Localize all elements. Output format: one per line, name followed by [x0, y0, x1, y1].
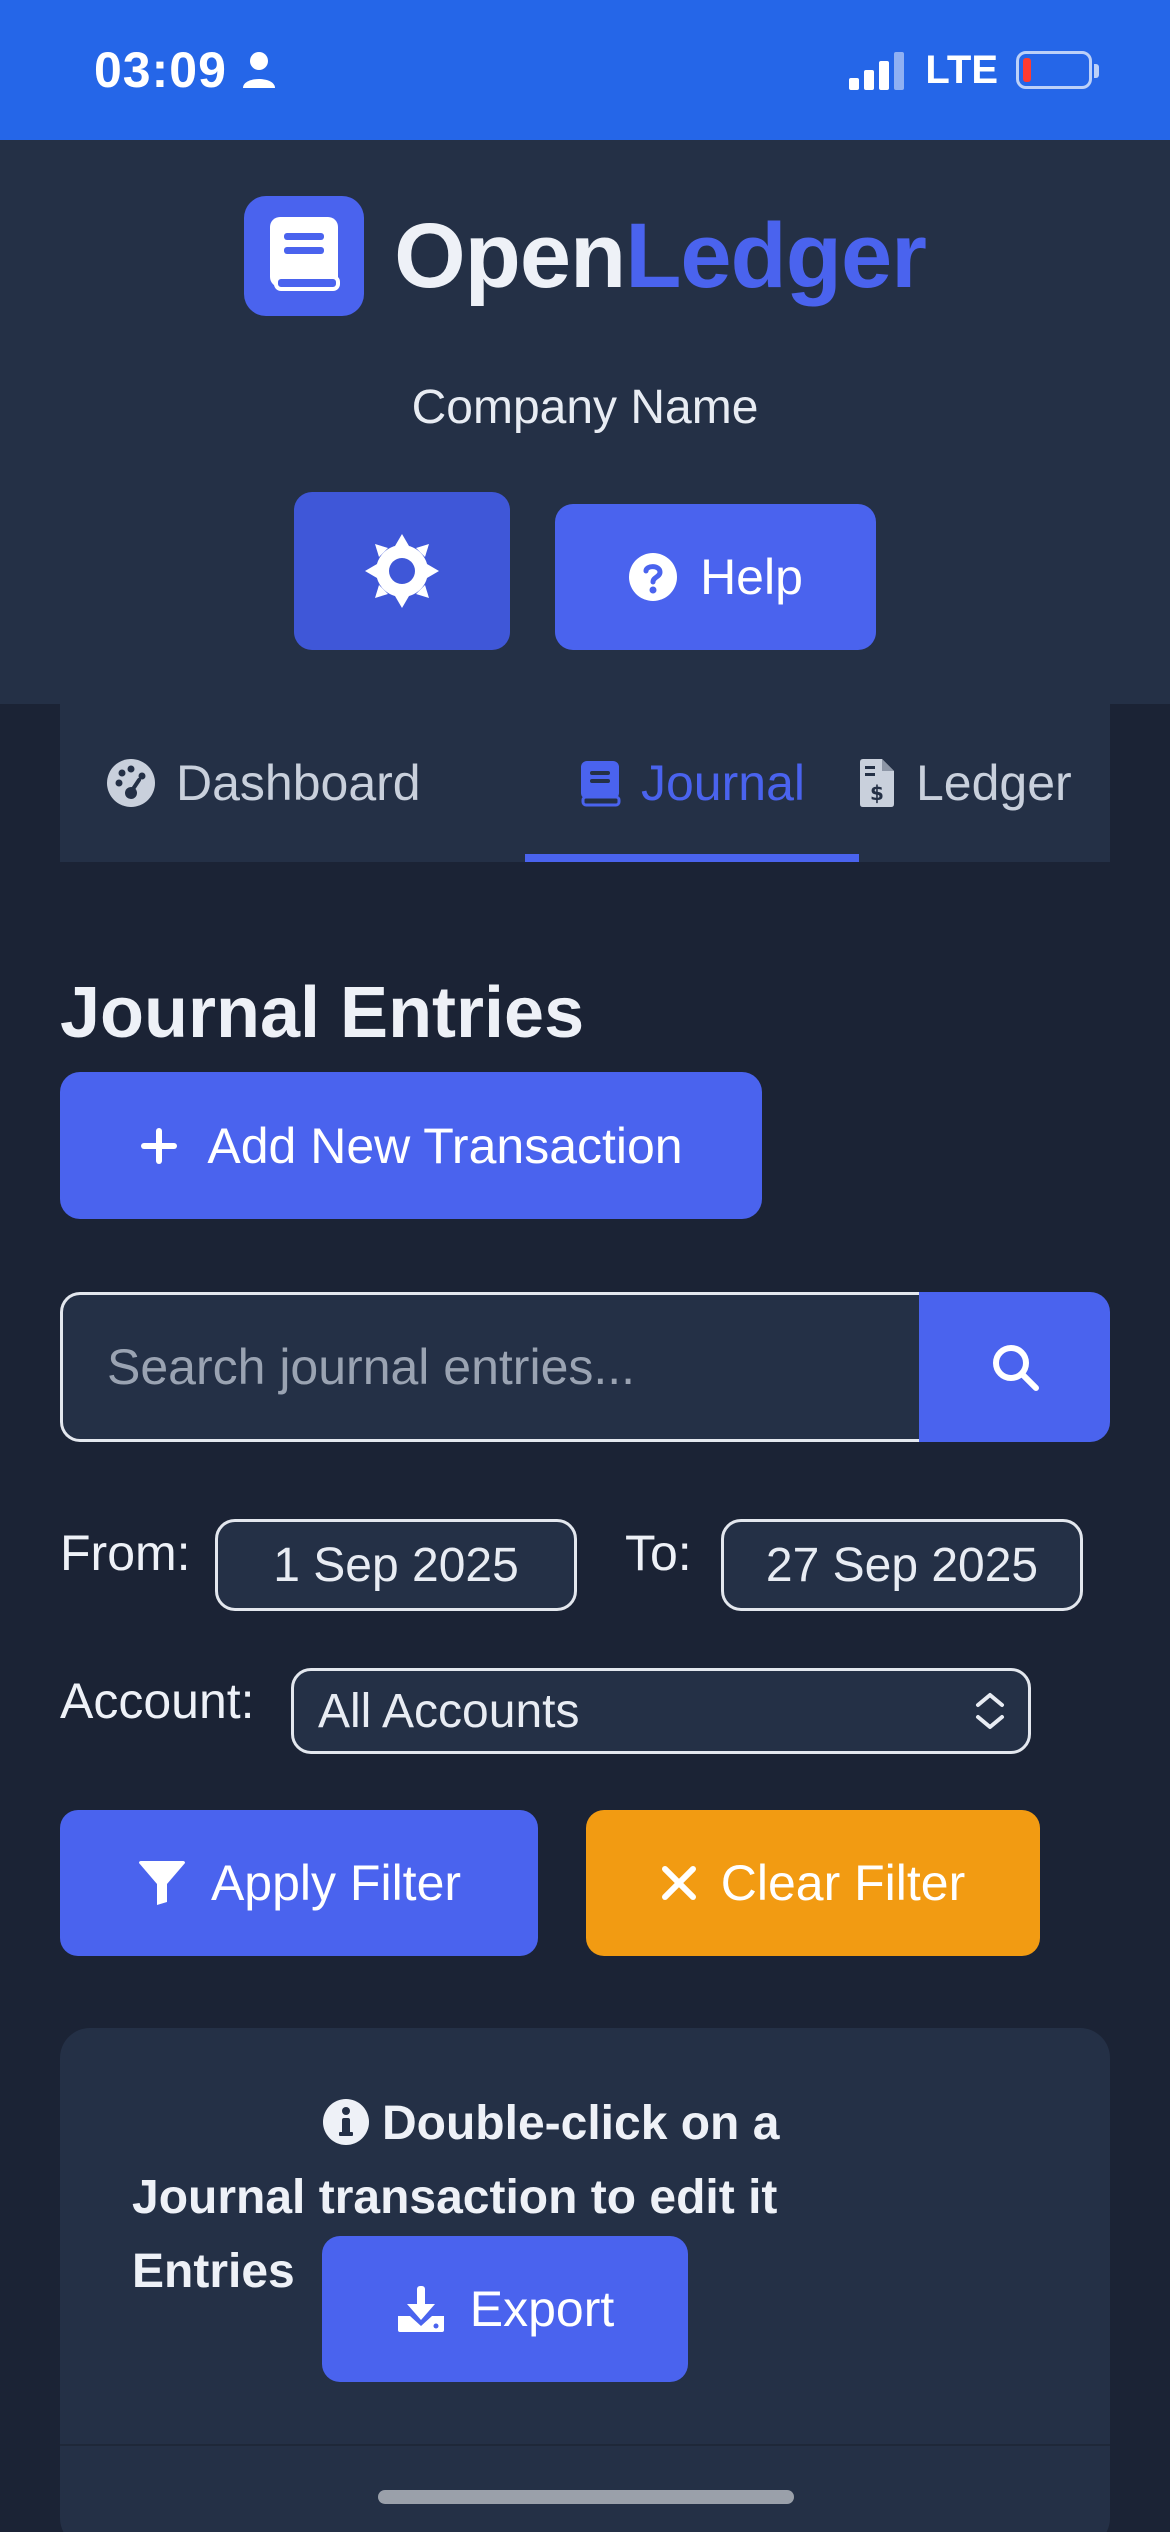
invoice-dollar-icon: $ — [858, 758, 896, 808]
status-left: 03:09 — [94, 41, 277, 99]
hint-text-line1: Double-click on a — [382, 2097, 780, 2150]
account-select[interactable]: All Accounts — [291, 1668, 1031, 1754]
search-input[interactable] — [60, 1292, 919, 1442]
clear-filter-label: Clear Filter — [720, 1855, 966, 1911]
brand-name: OpenLedger — [394, 204, 927, 309]
from-date-field[interactable]: 1 Sep 2025 — [215, 1519, 577, 1611]
search-bar — [60, 1292, 1110, 1442]
to-label: To: — [625, 1525, 692, 1581]
signal-icon — [849, 50, 907, 90]
network-type: LTE — [925, 47, 998, 92]
status-time: 03:09 — [94, 42, 227, 98]
tab-dashboard-label: Dashboard — [176, 755, 421, 811]
tab-ledger[interactable]: $ Ledger — [858, 704, 1072, 862]
person-icon — [241, 50, 277, 90]
tab-journal[interactable]: Journal — [525, 704, 859, 862]
gear-icon — [363, 532, 441, 610]
from-label: From: — [60, 1525, 191, 1581]
export-label: Export — [469, 2281, 615, 2337]
hint-text-line2: Journal transaction to edit it — [132, 2171, 778, 2224]
app-header: OpenLedger Company Name Help — [0, 140, 1170, 704]
to-date-field[interactable]: 27 Sep 2025 — [721, 1519, 1083, 1611]
status-bar: 03:09 LTE — [0, 0, 1170, 140]
plus-icon — [139, 1126, 179, 1166]
account-select-value: All Accounts — [318, 1684, 580, 1738]
filter-icon — [137, 1860, 187, 1906]
apply-filter-label: Apply Filter — [210, 1855, 462, 1911]
search-button[interactable] — [919, 1292, 1110, 1442]
clear-filter-button[interactable]: Clear Filter — [586, 1810, 1040, 1956]
chevron-up-down-icon — [972, 1689, 1008, 1733]
book-icon — [244, 196, 365, 316]
apply-filter-button[interactable]: Apply Filter — [60, 1810, 538, 1956]
main-tabs: Dashboard Journal $ Ledger — [60, 704, 1110, 862]
add-transaction-label: Add New Transaction — [207, 1117, 683, 1174]
add-transaction-button[interactable]: Add New Transaction — [60, 1072, 762, 1219]
card-divider — [60, 2444, 1110, 2446]
brand-name-part1: Open — [394, 204, 626, 307]
tab-dashboard[interactable]: Dashboard — [106, 704, 421, 862]
help-label: Help — [700, 549, 803, 605]
download-icon — [396, 2284, 446, 2334]
search-icon — [990, 1342, 1040, 1392]
tab-ledger-label: Ledger — [916, 755, 1072, 811]
account-label: Account: — [60, 1673, 255, 1729]
journal-entries-card: Double-click on a Journal transaction to… — [60, 2028, 1110, 2532]
battery-low-icon — [1016, 51, 1099, 89]
gauge-icon — [106, 758, 156, 808]
theme-settings-button[interactable] — [294, 492, 510, 650]
export-button[interactable]: Export — [322, 2236, 688, 2382]
hint-text-line3: Entries — [132, 2245, 295, 2298]
company-name: Company Name — [411, 381, 759, 434]
brand-name-part2: Ledger — [625, 204, 927, 307]
page-title: Journal Entries — [60, 973, 585, 1053]
home-indicator[interactable] — [378, 2490, 794, 2504]
tab-journal-label: Journal — [641, 755, 805, 811]
help-button[interactable]: Help — [555, 504, 876, 650]
svg-text:$: $ — [870, 781, 884, 805]
question-circle-icon — [628, 552, 678, 602]
status-right: LTE — [849, 47, 1099, 93]
brand-logo[interactable]: OpenLedger — [0, 196, 1170, 316]
book-icon — [579, 759, 621, 807]
close-icon — [661, 1865, 697, 1901]
info-icon — [322, 2098, 370, 2146]
